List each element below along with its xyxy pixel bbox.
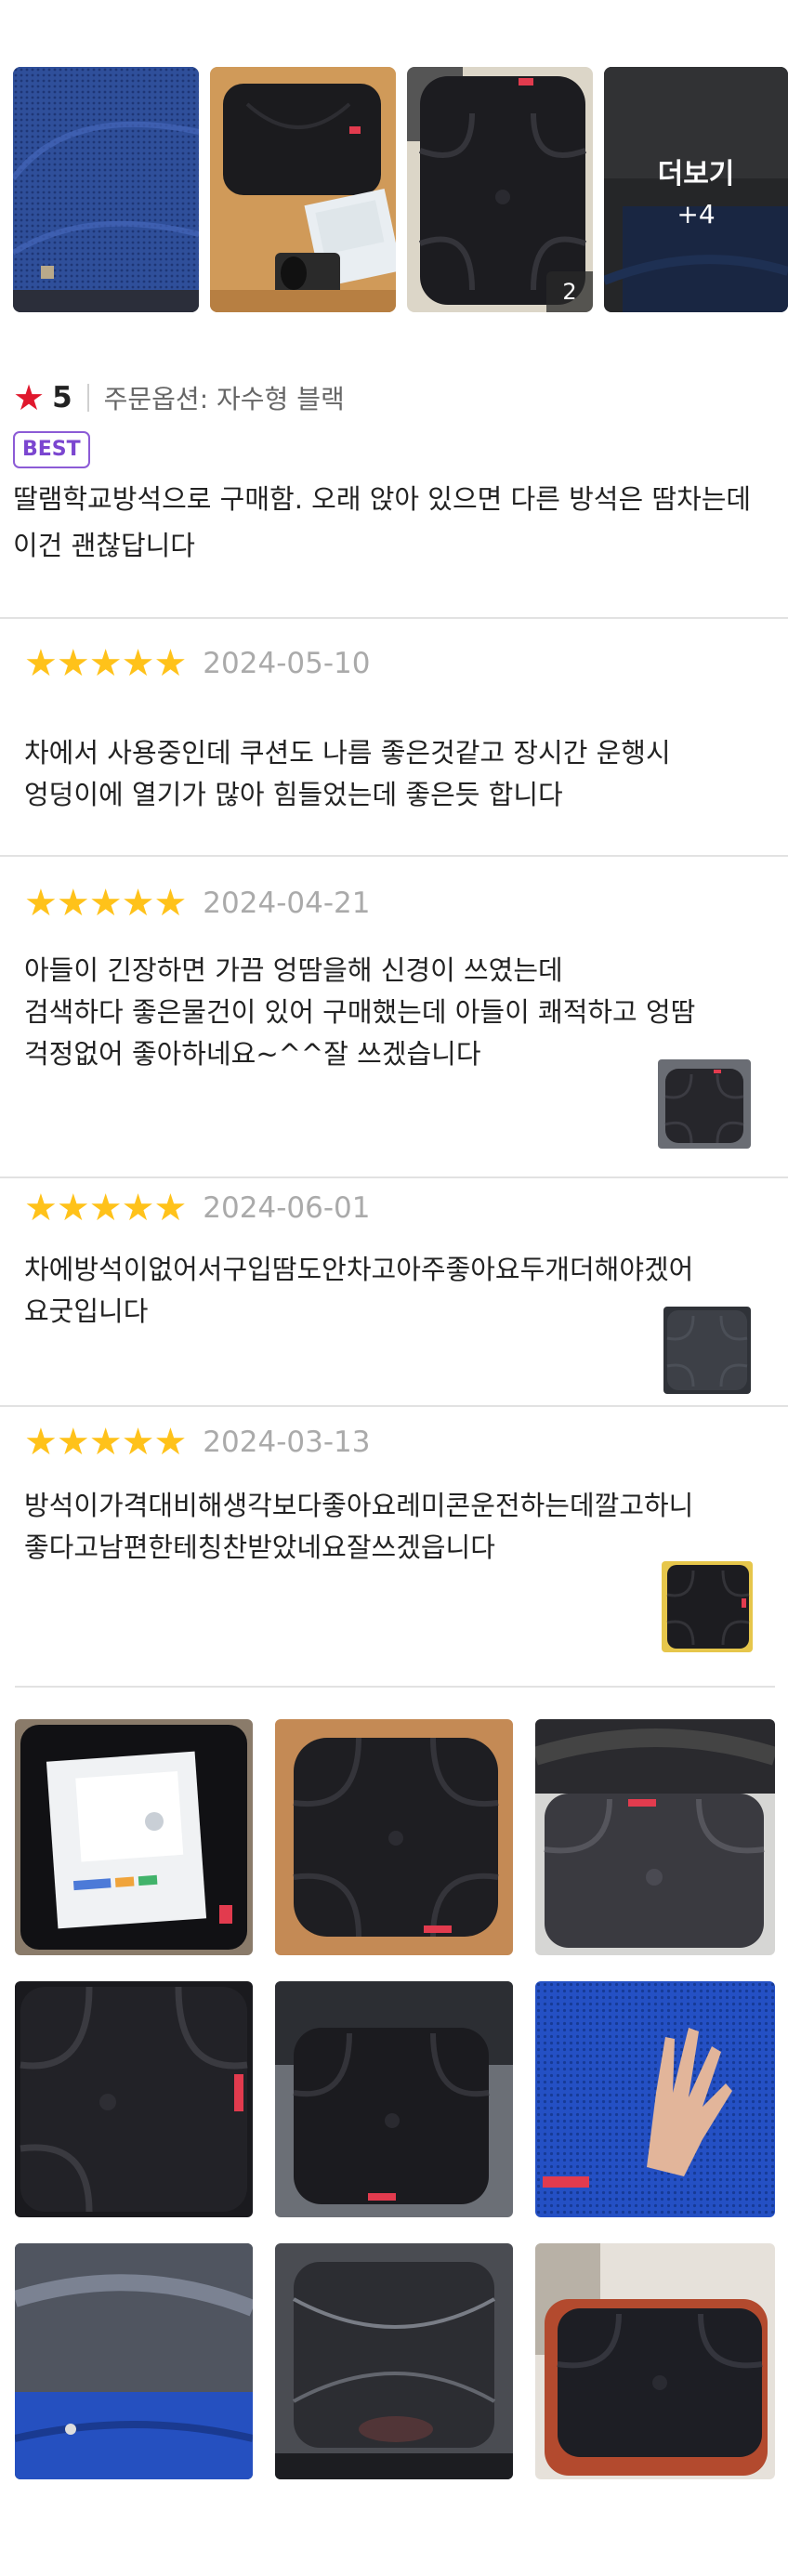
section-divider — [0, 617, 788, 619]
star-icon: ★ — [13, 377, 46, 418]
photo-count-badge: 2 — [546, 271, 593, 312]
five-stars-icon: ★★★★★ — [24, 1421, 187, 1464]
review-text: 아들이 긴장하면 가끔 엉땀을해 신경이 쓰였는데 검색하다 좋은물건이 있어 … — [24, 954, 696, 1070]
gallery-photo-blue-mesh-wrapped[interactable] — [15, 2243, 253, 2479]
five-stars-icon: ★★★★★ — [24, 882, 187, 925]
review-photo-thumb[interactable] — [658, 1059, 751, 1149]
five-stars-icon: ★★★★★ — [24, 642, 187, 685]
more-photos-tile[interactable]: 더보기 +4 — [604, 67, 788, 312]
black-cushion-on-desk-photo[interactable] — [210, 67, 396, 312]
gallery-photo-blue-mesh-hand[interactable] — [535, 1981, 775, 2217]
gallery-photo-cushion-plastic[interactable] — [275, 2243, 513, 2479]
more-photos-count: +4 — [676, 198, 716, 230]
review-date: 2024-04-21 — [203, 887, 371, 920]
gallery-photo-cushion-on-wood[interactable] — [275, 1719, 513, 1955]
review-text: 차에서 사용중인데 쿠션도 나름 좋은것같고 장시간 운행시 엉덩이에 열기가 … — [24, 737, 671, 810]
best-badge: BEST — [13, 431, 90, 468]
rating-value: 5 — [52, 381, 72, 414]
order-option: 주문옵션: 자수형 블랙 — [103, 384, 345, 414]
five-stars-icon: ★★★★★ — [24, 1187, 187, 1229]
gallery-photo-cushion-office-chair[interactable] — [275, 1981, 513, 2217]
gallery-photo-cushion-closeup[interactable] — [15, 1981, 253, 2217]
review-divider — [0, 1176, 788, 1178]
review-photo-thumb[interactable] — [663, 1307, 751, 1394]
section-divider — [15, 1686, 775, 1688]
review-photo-strip: 2 더보기 +4 — [13, 67, 788, 312]
gallery-photo-cushion-red-chair[interactable] — [535, 2243, 775, 2479]
review-text: 방석이가격대비해생각보다좋아요레미콘운전하는데깔고하니 좋다고남편한테칭찬받았네… — [24, 1490, 694, 1563]
best-review: ★ 5 주문옵션: 자수형 블랙 BEST 딸램학교방석으로 구매함. 오래 앉… — [13, 372, 775, 569]
review-divider — [0, 1405, 788, 1407]
review-text: 차에방석이없어서구입땀도안차고아주좋아요두개더해야겠어 요굿입니다 — [24, 1254, 694, 1327]
review-date: 2024-05-10 — [203, 647, 371, 680]
gallery-photo-packaged-cushion[interactable] — [15, 1719, 253, 1955]
best-review-text: 딸램학교방석으로 구매함. 오래 앉아 있으면 다른 방석은 땀차는데 이건 괜… — [13, 483, 752, 561]
review-divider — [0, 855, 788, 857]
review-date: 2024-06-01 — [203, 1191, 371, 1225]
black-cushion-on-chair-photo[interactable]: 2 — [407, 67, 593, 312]
more-photos-label: 더보기 — [657, 157, 735, 191]
rating-line: ★ 5 주문옵션: 자수형 블랙 — [13, 372, 775, 424]
review-photo-thumb[interactable] — [662, 1561, 753, 1652]
blue-mesh-cushion-photo[interactable] — [13, 67, 199, 312]
rating-divider — [86, 384, 89, 412]
review-date: 2024-03-13 — [203, 1426, 371, 1459]
gallery-photo-cushion-on-chair[interactable] — [535, 1719, 775, 1955]
